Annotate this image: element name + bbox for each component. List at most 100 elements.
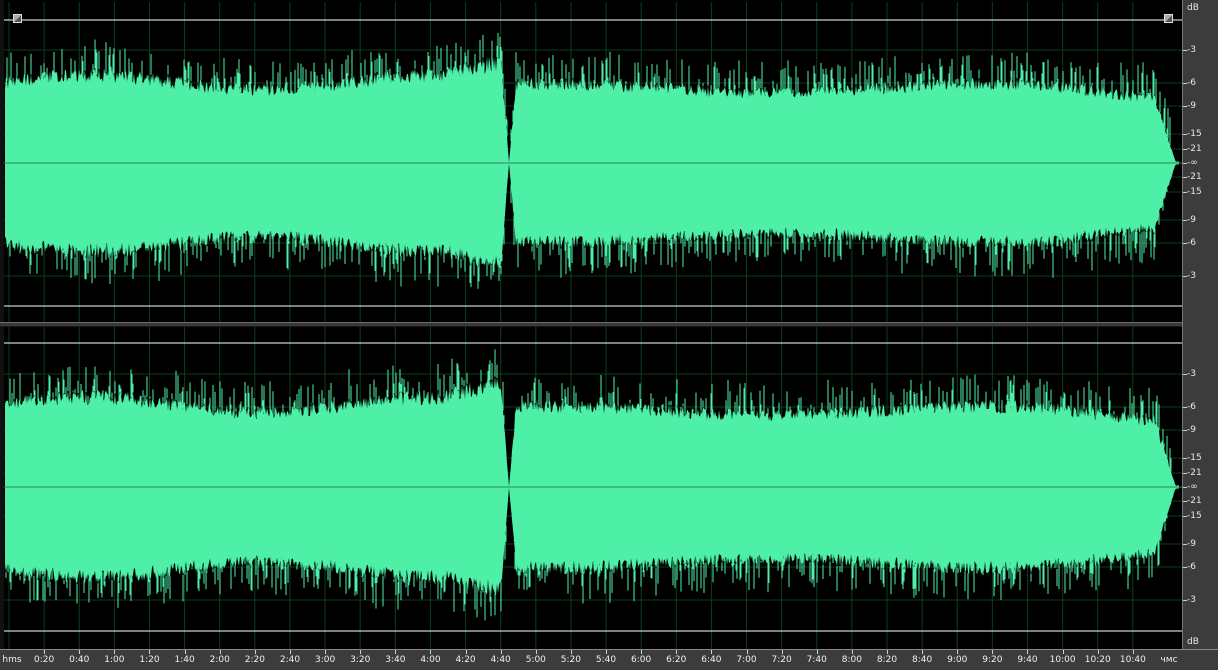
time-ruler[interactable]: hms чмс 0:20 0:40 1:00 1:20 1:40 2:00 2:20 2:40… (0, 649, 1218, 670)
db-tick-mark (1183, 567, 1187, 568)
time-tick-label: 9:20 (982, 655, 1003, 665)
time-tick-mark (219, 650, 221, 654)
time-tick-mark (746, 650, 748, 654)
time-tick-label: 6:00 (631, 655, 652, 665)
time-tick-mark (781, 650, 783, 654)
db-tick-label: -∞ (1187, 482, 1198, 492)
time-tick-label: 4:40 (490, 655, 511, 665)
time-unit-right: чмс (1160, 655, 1178, 665)
db-tick-mark (1183, 600, 1187, 601)
time-tick-mark (887, 650, 888, 654)
db-tick-mark (1183, 177, 1187, 178)
db-tick-label: -9 (1187, 425, 1196, 435)
db-tick-label: -3 (1187, 271, 1196, 281)
waveform-editor[interactable]: dB dB -3 -6 -9 -15 -21 -∞ -21 -15 -9 -6 -3 -3 -6 -9 -1… (0, 0, 1218, 670)
time-tick-label: 7:00 (736, 655, 757, 665)
fade-out-handle-icon[interactable] (1164, 14, 1173, 23)
db-tick-label: -3 (1187, 369, 1196, 379)
time-tick-mark (289, 650, 291, 654)
time-tick-mark (254, 650, 256, 654)
time-tick-mark (851, 650, 853, 654)
channel-left[interactable] (4, 2, 1182, 322)
time-tick-label: 5:00 (525, 655, 546, 665)
time-tick-mark (641, 650, 643, 654)
db-tick-label: -15 (1187, 187, 1202, 197)
db-tick-label: -15 (1187, 453, 1202, 463)
db-tick-mark (1183, 149, 1187, 150)
time-tick-label: 5:20 (560, 655, 582, 665)
time-tick-label: 8:00 (841, 655, 862, 665)
time-tick-label: 7:40 (806, 655, 827, 665)
db-tick-label: -9 (1187, 215, 1196, 225)
time-tick-label: 9:00 (947, 655, 968, 665)
db-tick-mark (1183, 192, 1187, 193)
db-tick-mark (1183, 430, 1187, 431)
db-tick-label: -3 (1187, 45, 1196, 55)
time-tick-label: 4:20 (455, 655, 476, 665)
channel-left-waveform[interactable] (4, 2, 1182, 322)
time-tick-label: 10:00 (1049, 655, 1076, 665)
db-tick-label: -∞ (1187, 158, 1198, 168)
db-tick-label: -21 (1187, 172, 1202, 182)
time-tick-label: 4:00 (420, 655, 441, 665)
time-tick-label: 3:40 (385, 655, 406, 665)
time-tick-label: 5:40 (595, 655, 617, 665)
db-tick-mark (1183, 243, 1187, 244)
db-tick-label: -21 (1187, 496, 1202, 506)
db-tick-label: -15 (1187, 511, 1202, 521)
time-tick-label: 2:00 (209, 655, 230, 665)
time-tick-mark (1062, 650, 1064, 654)
time-tick-mark (184, 650, 186, 654)
db-tick-mark (1183, 83, 1187, 84)
db-tick-label: -3 (1187, 595, 1196, 605)
db-tick-label: -21 (1187, 468, 1202, 478)
db-tick-mark (1183, 501, 1187, 502)
time-tick-mark (535, 650, 537, 654)
db-tick-label: -6 (1187, 78, 1196, 88)
time-tick-label: 6:40 (701, 655, 722, 665)
time-tick-label: 3:20 (350, 655, 371, 665)
fade-in-handle-icon[interactable] (13, 14, 22, 23)
time-tick-mark (1132, 650, 1134, 654)
time-tick-label: 6:20 (666, 655, 687, 665)
time-tick-label: 1:40 (174, 655, 195, 665)
time-tick-mark (395, 650, 397, 654)
time-tick-label: 3:00 (314, 655, 336, 665)
time-tick-mark (430, 650, 432, 654)
time-tick-mark (816, 650, 818, 654)
time-tick-label: 8:40 (912, 655, 933, 665)
channel-right-waveform[interactable] (4, 327, 1182, 649)
time-tick-label: 0:40 (69, 655, 90, 665)
time-tick-mark (360, 650, 362, 654)
db-ruler: dB dB -3 -6 -9 -15 -21 -∞ -21 -15 -9 -6 -3 -3 -6 -9 -1… (1182, 0, 1218, 649)
db-tick-label: -6 (1187, 238, 1196, 248)
time-tick-mark (992, 650, 994, 654)
db-tick-mark (1183, 544, 1187, 545)
db-tick-label: -6 (1187, 402, 1196, 412)
time-tick-mark (570, 650, 572, 654)
time-tick-mark (957, 650, 959, 654)
db-tick-mark (1183, 374, 1187, 375)
time-unit-left: hms (2, 655, 22, 665)
time-tick-label: 9:40 (1017, 655, 1038, 665)
time-tick-label: 1:00 (104, 655, 125, 665)
time-tick-label: 10:40 (1119, 655, 1146, 665)
time-tick-mark (922, 650, 924, 654)
db-tick-mark (1183, 487, 1187, 488)
db-tick-label: -9 (1187, 101, 1196, 111)
time-tick-mark (1027, 650, 1029, 654)
db-tick-mark (1183, 458, 1187, 459)
time-tick-label: 0:20 (34, 655, 55, 665)
db-tick-label: -21 (1187, 144, 1202, 154)
channel-right[interactable] (4, 327, 1182, 649)
db-tick-mark (1183, 516, 1187, 517)
db-tick-label: -9 (1187, 539, 1196, 549)
db-tick-mark (1183, 163, 1187, 164)
time-tick-mark (79, 650, 81, 654)
time-tick-mark (44, 650, 46, 654)
time-tick-label: 8:20 (876, 655, 898, 665)
time-tick-mark (500, 650, 502, 654)
db-tick-mark (1183, 407, 1187, 408)
time-tick-label: 2:40 (279, 655, 301, 665)
time-tick-mark (325, 650, 327, 654)
